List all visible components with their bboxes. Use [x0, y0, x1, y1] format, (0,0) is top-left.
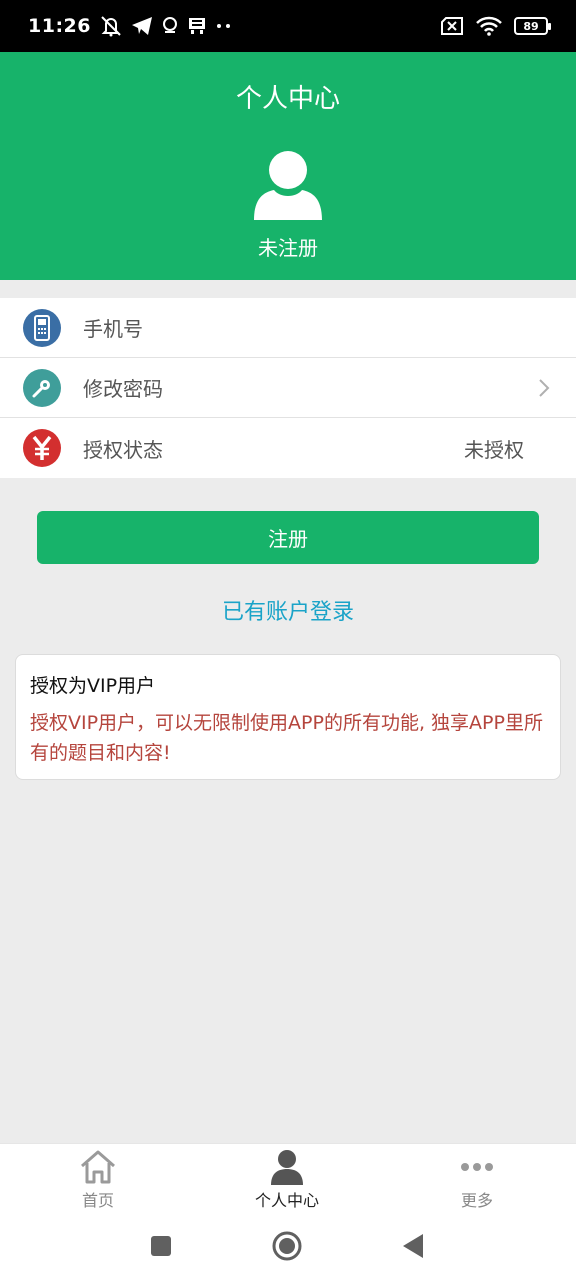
- avatar[interactable]: [254, 150, 322, 222]
- yen-icon: [23, 429, 61, 467]
- menu-item-phone[interactable]: 手机号: [0, 298, 576, 358]
- login-link[interactable]: 已有账户登录: [0, 594, 576, 626]
- vip-card-title: 授权为VIP用户: [30, 675, 156, 697]
- status-icons-left: [99, 15, 233, 37]
- sim-off-icon: [440, 17, 464, 35]
- tab-home[interactable]: 首页: [2, 1144, 194, 1214]
- wifi-icon: [476, 16, 502, 36]
- more-icon: [460, 1148, 494, 1186]
- home-icon: [79, 1148, 117, 1186]
- recent-apps-button[interactable]: [146, 1231, 176, 1261]
- tab-more[interactable]: 更多: [381, 1144, 573, 1214]
- vip-card[interactable]: 授权为VIP用户 授权VIP用户，可以无限制使用APP的所有功能, 独享APP里…: [15, 654, 561, 780]
- vip-card-description: 授权VIP用户，可以无限制使用APP的所有功能, 独享APP里所有的题目和内容!: [30, 712, 543, 764]
- telegram-icon: [131, 16, 153, 36]
- back-button[interactable]: [398, 1231, 428, 1261]
- system-nav-bar: [0, 1213, 576, 1280]
- status-time: 11:26: [28, 15, 91, 37]
- menu-item-authorization[interactable]: 授权状态 未授权: [0, 418, 576, 478]
- page-title: 个人中心: [235, 84, 340, 114]
- menu-item-change-password[interactable]: 修改密码: [0, 358, 576, 418]
- home-button[interactable]: [272, 1231, 302, 1261]
- settings-menu: 手机号 修改密码 授权状态 未授权: [0, 298, 576, 478]
- more-dots-icon: [215, 23, 233, 29]
- chevron-right-icon: [538, 378, 550, 402]
- tab-profile[interactable]: 个人中心: [191, 1144, 383, 1214]
- status-icons-right: 89: [440, 16, 551, 36]
- tab-label: 个人中心: [254, 1191, 319, 1210]
- menu-item-label: 手机号: [83, 317, 143, 341]
- phone-icon: [23, 309, 61, 347]
- inbox-icon: [187, 16, 207, 36]
- tab-label: 更多: [460, 1191, 493, 1210]
- user-status: 未注册: [258, 236, 318, 260]
- key-icon: [23, 369, 61, 407]
- battery-icon: 89: [514, 17, 551, 35]
- mute-icon: [99, 15, 123, 37]
- profile-header: 个人中心 未注册: [0, 52, 576, 280]
- authorization-status-value: 未授权: [464, 437, 524, 462]
- menu-item-label: 授权状态: [83, 437, 163, 462]
- status-bar: 11:26 89: [0, 0, 576, 52]
- tab-label: 首页: [81, 1191, 114, 1210]
- tab-bar: 首页 个人中心 更多: [0, 1143, 576, 1213]
- register-button[interactable]: 注册: [37, 511, 539, 564]
- menu-item-label: 修改密码: [83, 377, 163, 401]
- location-icon: [161, 16, 179, 36]
- person-icon: [270, 1148, 304, 1186]
